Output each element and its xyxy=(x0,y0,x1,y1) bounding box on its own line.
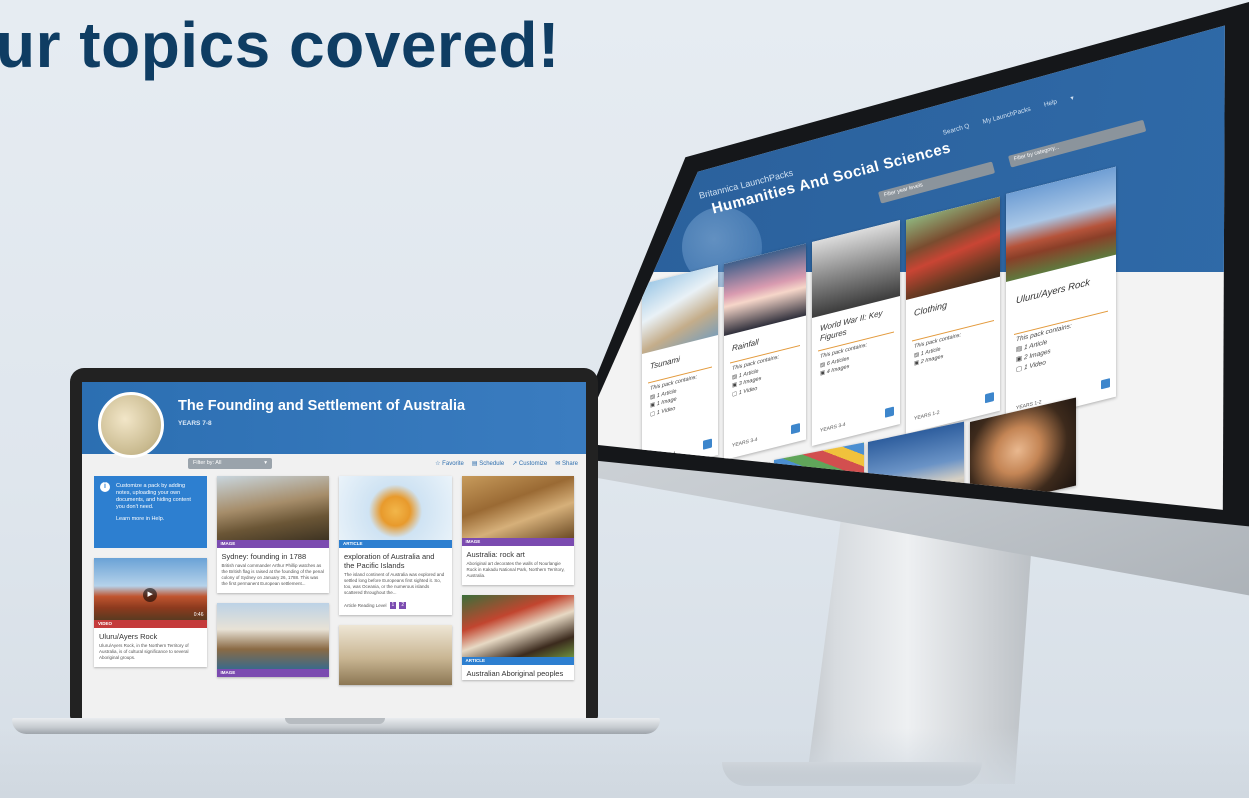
help-link[interactable]: Learn more in Help. xyxy=(116,516,200,523)
years-label: YEARS 7-8 xyxy=(178,420,212,427)
category-filter-dropdown[interactable]: Filter by category... xyxy=(1008,119,1147,168)
grid-column: IMAGE Sydney: founding in 1788 British n… xyxy=(216,476,329,720)
pack-title: Rainfall xyxy=(732,337,759,354)
resource-card[interactable]: IMAGE xyxy=(216,603,329,678)
card-image xyxy=(461,595,574,658)
reading-level: Article Reading Level 1 2 xyxy=(344,602,407,609)
grid-column: IMAGE Australia: rock art Aboriginal art… xyxy=(461,476,574,720)
top-nav: Search Q My LaunchPacks Help ▾ xyxy=(942,94,1075,138)
toolbar: Filter by: All ▾ ☆ Favorite ▤ Schedule ↗ … xyxy=(82,454,586,472)
pack-contents: This pack contains: ▤ 1 Article ▣ 2 Imag… xyxy=(1016,322,1072,374)
card-image xyxy=(339,476,452,540)
filter-dropdown[interactable]: Filter by: All ▾ xyxy=(188,457,272,469)
play-icon[interactable]: ▶ xyxy=(143,588,158,602)
grid-column: ARTICLE exploration of Australia and the… xyxy=(339,476,452,720)
nav-search[interactable]: Search Q xyxy=(942,123,971,138)
type-strip: VIDEO xyxy=(94,620,207,628)
pack-card[interactable]: World War II: Key Figures This pack cont… xyxy=(812,220,900,446)
pack-thumbnail[interactable] xyxy=(600,479,682,510)
calendar-icon[interactable] xyxy=(703,438,712,450)
calendar-icon[interactable] xyxy=(1101,378,1110,390)
resource-card[interactable]: IMAGE Australia: rock art Aboriginal art… xyxy=(461,476,574,586)
pack-title: Uluru/Ayers Rock xyxy=(1016,277,1090,307)
resource-card[interactable]: ARTICLE Australian Aboriginal peoples xyxy=(461,595,574,681)
card-title: Australia: rock art xyxy=(466,550,525,559)
resource-card[interactable]: ARTICLE exploration of Australia and the… xyxy=(339,476,452,615)
laptop: The Founding and Settlement of Australia… xyxy=(70,368,598,720)
pack-title: Clothing xyxy=(914,299,948,319)
customize-tip: i Customize a pack by adding notes, uplo… xyxy=(94,476,207,548)
card-image: ▶ 0:46 xyxy=(94,558,207,620)
chevron-down-icon: ▾ xyxy=(264,459,267,466)
level-badge[interactable]: 1 xyxy=(389,602,397,609)
years-label: YEARS 3-4 xyxy=(820,421,846,435)
laptop-screen: The Founding and Settlement of Australia… xyxy=(82,382,586,720)
headline: ur topics covered! xyxy=(0,9,560,81)
desktop-monitor: Britannica LaunchPacks Humanities And So… xyxy=(560,2,1249,798)
card-text: The island continent of Australia was ex… xyxy=(344,572,445,596)
card-image xyxy=(216,603,329,670)
type-strip: IMAGE xyxy=(216,669,329,678)
card-title: Sydney: founding in 1788 xyxy=(221,552,307,561)
share-button[interactable]: ✉ Share xyxy=(555,460,578,467)
pack-card[interactable]: Tsunami This pack contains: ▤ 1 Article … xyxy=(642,265,718,474)
resource-card[interactable]: ▶ 0:46 VIDEO Uluru/Ayers Rock Uluru/Ayer… xyxy=(94,558,207,668)
pack-card[interactable]: Rainfall This pack contains: ▤ 1 Article… xyxy=(724,243,806,460)
favorite-button[interactable]: ☆ Favorite xyxy=(435,460,464,467)
customize-button[interactable]: ↗ Customize xyxy=(512,460,547,467)
card-image xyxy=(339,625,452,685)
floor-shadow xyxy=(0,728,1249,798)
pack-contents: This pack contains: ▤ 6 Articles ▣ 4 Ima… xyxy=(820,342,868,378)
grid-column: i Customize a pack by adding notes, uplo… xyxy=(94,476,207,720)
card-title: Uluru/Ayers Rock xyxy=(99,632,158,641)
pack-card[interactable]: Uluru/Ayers Rock This pack contains: ▤ 1… xyxy=(1006,166,1116,424)
page-title: The Founding and Settlement of Australia xyxy=(178,398,466,414)
resource-card[interactable]: IMAGE Sydney: founding in 1788 British n… xyxy=(216,476,329,594)
info-icon: i xyxy=(100,482,110,492)
nav-my-launchpacks[interactable]: My LaunchPacks xyxy=(982,106,1032,127)
pack-card[interactable]: Clothing This pack contains: ▤ 1 Article… xyxy=(906,196,1000,434)
calendar-icon[interactable] xyxy=(885,406,894,418)
level-badge[interactable]: 2 xyxy=(399,602,407,609)
user-menu-icon[interactable]: ▾ xyxy=(1070,94,1075,103)
laptop-notch xyxy=(285,718,385,724)
type-strip: IMAGE xyxy=(216,540,329,548)
years-label: YEARS 3-4 xyxy=(732,436,758,450)
content-grid: i Customize a pack by adding notes, uplo… xyxy=(94,476,574,720)
nav-help[interactable]: Help xyxy=(1043,98,1058,109)
card-image xyxy=(216,476,329,540)
pack-title: Tsunami xyxy=(650,354,680,372)
card-text: Uluru/Ayers Rock, in the Northern Territ… xyxy=(99,643,189,661)
schedule-button[interactable]: ▤ Schedule xyxy=(472,460,504,467)
card-text: Aboriginal art decorates the walls of No… xyxy=(466,561,565,579)
type-strip: ARTICLE xyxy=(339,540,452,548)
pack-seal-image xyxy=(98,392,164,458)
card-image xyxy=(461,476,574,538)
tip-text: Customize a pack by adding notes, upload… xyxy=(116,483,191,511)
type-strip: IMAGE xyxy=(461,538,574,546)
laptop-header: The Founding and Settlement of Australia… xyxy=(82,382,586,458)
pack-image xyxy=(642,265,718,354)
card-title: exploration of Australia and the Pacific… xyxy=(344,552,435,570)
video-duration: 0:46 xyxy=(193,612,204,618)
resource-card[interactable] xyxy=(339,625,452,685)
pack-contents: This pack contains: ▤ 1 Article ▣ 2 Imag… xyxy=(914,332,962,368)
card-title: Australian Aboriginal peoples xyxy=(466,669,564,679)
calendar-icon[interactable] xyxy=(985,392,994,404)
card-text: British naval commander Arthur Phillip w… xyxy=(221,563,324,587)
type-strip: ARTICLE xyxy=(461,657,574,666)
years-label: YEARS 1-2 xyxy=(914,409,940,423)
calendar-icon[interactable] xyxy=(791,423,800,435)
